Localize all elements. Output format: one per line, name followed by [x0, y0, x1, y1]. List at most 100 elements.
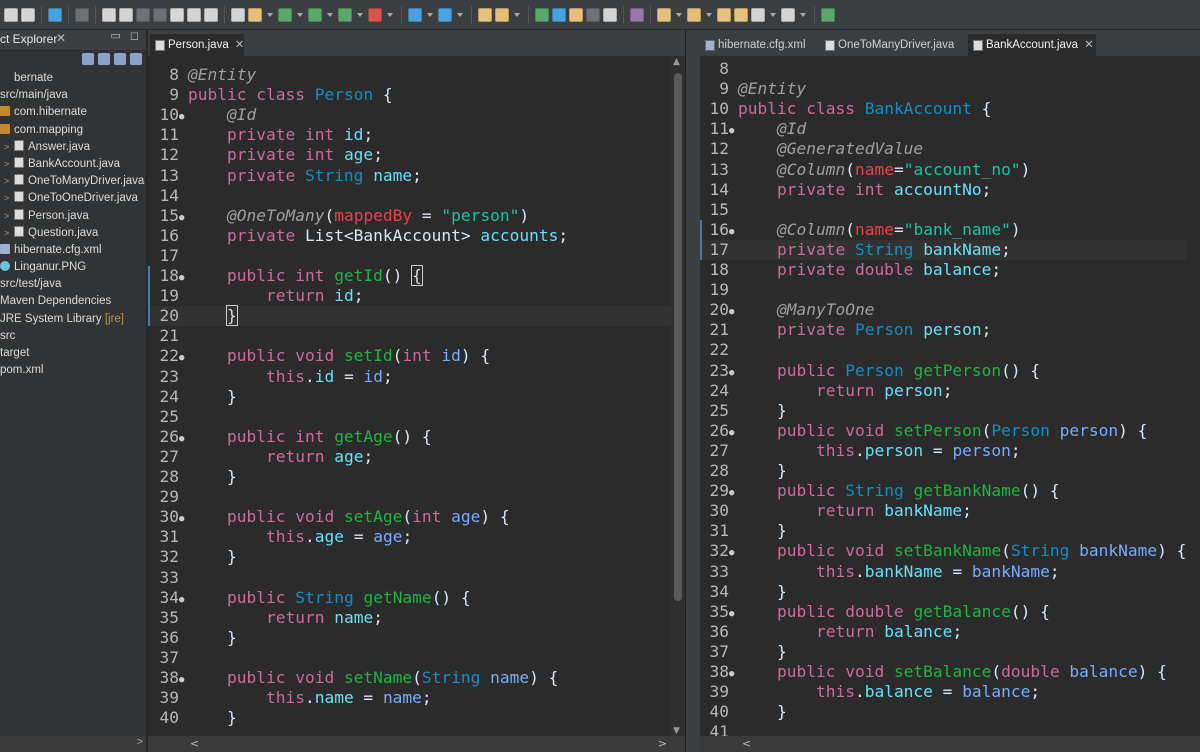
next-annotation-icon[interactable] — [657, 7, 671, 22]
tree-item[interactable]: > Question.java — [0, 225, 146, 242]
back-arrow-icon[interactable] — [751, 7, 765, 22]
scroll-down-icon[interactable]: ▼ — [673, 726, 680, 736]
code-line[interactable]: 8 — [700, 59, 1186, 79]
code-line[interactable]: 12 @GeneratedValue — [700, 139, 1186, 159]
right-code-area[interactable]: 8 9 @Entity 10 public class BankAccount {… — [700, 57, 1200, 736]
scroll-thumb[interactable] — [674, 73, 682, 601]
editor-splitter[interactable] — [686, 30, 700, 752]
code-line[interactable]: 28 } — [148, 467, 671, 487]
close-icon[interactable]: ✕ — [1084, 39, 1094, 51]
step-over-icon[interactable] — [187, 7, 201, 22]
filter-icon[interactable] — [114, 53, 126, 65]
resume-icon[interactable] — [102, 7, 116, 22]
code-line[interactable]: 27 return age; — [148, 447, 671, 467]
tree-item[interactable]: > Answer.java — [0, 139, 146, 156]
chevron-down-icon[interactable] — [357, 12, 363, 17]
fold-marker-icon[interactable]: ● — [729, 543, 738, 563]
tree-item[interactable]: src/test/java — [0, 276, 146, 293]
chevron-down-icon[interactable] — [706, 12, 712, 17]
tree-item[interactable]: > Person.java — [0, 208, 146, 225]
chevron-down-icon[interactable] — [770, 12, 776, 17]
code-line[interactable]: 18 private double balance; — [700, 260, 1186, 280]
tree-item[interactable]: com.mapping — [0, 122, 146, 139]
scroll-left-icon[interactable]: < — [190, 737, 199, 750]
open-type-icon[interactable] — [248, 7, 262, 22]
debug-icon[interactable] — [278, 7, 292, 22]
annotation-icon[interactable] — [569, 7, 583, 22]
chevron-down-icon[interactable] — [800, 12, 806, 17]
previous-annotation-icon[interactable] — [687, 7, 701, 22]
fold-marker-icon[interactable]: ● — [179, 208, 188, 228]
close-icon[interactable]: ✕ — [56, 31, 66, 45]
code-line[interactable]: 26● public void setPerson(Person person)… — [700, 421, 1186, 441]
fold-marker-icon[interactable]: ● — [179, 429, 188, 449]
fold-marker-icon[interactable]: ● — [729, 423, 738, 443]
explorer-horizontal-scrollbar[interactable]: > — [0, 736, 146, 752]
toggle-mark-occurrences-icon[interactable] — [231, 7, 245, 22]
code-line[interactable]: 38● public void setName(String name) { — [148, 668, 671, 688]
block-selection-icon[interactable] — [586, 7, 600, 22]
code-line[interactable]: 13 private String name; — [148, 166, 671, 186]
code-line[interactable]: 20● @ManyToOne — [700, 300, 1186, 320]
code-line[interactable]: 15 — [700, 200, 1186, 220]
editor-tab[interactable]: Person.java ✕ — [150, 34, 244, 56]
code-line[interactable]: 30 return bankName; — [700, 501, 1186, 521]
code-line[interactable]: 21 private Person person; — [700, 320, 1186, 340]
code-line[interactable]: 22● public void setId(int id) { — [148, 346, 671, 366]
code-line[interactable]: 34 } — [700, 582, 1186, 602]
code-line[interactable]: 11● @Id — [700, 119, 1186, 139]
show-whitespace-icon[interactable] — [603, 7, 617, 22]
right-horizontal-scrollbar[interactable]: < — [700, 736, 1200, 752]
chevron-right-icon[interactable]: > — [4, 190, 14, 207]
fold-marker-icon[interactable]: ● — [179, 590, 188, 610]
forward-arrow-icon[interactable] — [781, 7, 795, 22]
fold-marker-icon[interactable]: ● — [729, 604, 738, 624]
fold-marker-icon[interactable]: ● — [179, 268, 188, 288]
editor-tab[interactable]: hibernate.cfg.xml — [700, 34, 820, 56]
step-return-icon[interactable] — [204, 7, 218, 22]
project-explorer-tab[interactable]: ct Explorer ✕ ▭ ◻ — [0, 30, 146, 51]
editor-tab[interactable]: OneToManyDriver.java — [820, 34, 965, 56]
chevron-right-icon[interactable]: > — [4, 208, 14, 225]
code-line[interactable]: 22 — [700, 340, 1186, 360]
new-java-package-icon[interactable] — [408, 7, 422, 22]
tree-item[interactable]: pom.xml — [0, 362, 146, 379]
chevron-right-icon[interactable]: > — [4, 156, 14, 173]
fold-marker-icon[interactable]: ● — [179, 670, 188, 690]
disconnect-icon[interactable] — [153, 7, 167, 22]
tree-item[interactable]: Linganur.PNG — [0, 259, 146, 276]
code-line[interactable]: 19 — [700, 280, 1186, 300]
code-line[interactable]: 24 return person; — [700, 381, 1186, 401]
chevron-right-icon[interactable]: > — [4, 139, 14, 156]
code-line[interactable]: 10 public class BankAccount { — [700, 99, 1186, 119]
code-line[interactable]: 40 } — [700, 702, 1186, 722]
external-tools-icon[interactable] — [368, 7, 382, 22]
code-line[interactable]: 23 this.id = id; — [148, 367, 671, 387]
last-edit-location-icon[interactable] — [717, 7, 731, 22]
code-line[interactable]: 14 — [148, 186, 671, 206]
code-line[interactable]: 27 this.person = person; — [700, 441, 1186, 461]
code-line[interactable]: 25 } — [700, 401, 1186, 421]
tree-item[interactable]: Maven Dependencies — [0, 293, 146, 310]
terminate-icon[interactable] — [136, 7, 150, 22]
link-with-editor-icon[interactable] — [98, 53, 110, 65]
code-line[interactable]: 23● public Person getPerson() { — [700, 361, 1186, 381]
step-into-icon[interactable] — [170, 7, 184, 22]
tree-item[interactable]: JRE System Library [jre] — [0, 311, 146, 328]
code-line[interactable]: 8 @Entity — [148, 65, 671, 85]
chevron-down-icon[interactable] — [297, 12, 303, 17]
left-code-area[interactable]: 8 @Entity 9 public class Person {10● @Id 1… — [148, 57, 685, 736]
left-horizontal-scrollbar[interactable]: < > — [148, 736, 685, 752]
left-vertical-scrollbar[interactable]: ▲ ▼ — [671, 57, 685, 736]
tree-item[interactable]: com.hibernate — [0, 104, 146, 121]
code-line[interactable]: 39 this.name = name; — [148, 688, 671, 708]
chevron-right-icon[interactable]: > — [4, 225, 14, 242]
tree-item[interactable]: > BankAccount.java — [0, 156, 146, 173]
code-line[interactable]: 17 private String bankName; — [700, 239, 1186, 260]
chevron-right-icon[interactable]: > — [4, 173, 14, 190]
code-line[interactable]: 11 private int id; — [148, 125, 671, 145]
code-line[interactable]: 12 private int age; — [148, 145, 671, 165]
code-line[interactable]: 13 @Column(name="account_no") — [700, 160, 1186, 180]
code-line[interactable]: 33 — [148, 568, 671, 588]
chevron-down-icon[interactable] — [676, 12, 682, 17]
